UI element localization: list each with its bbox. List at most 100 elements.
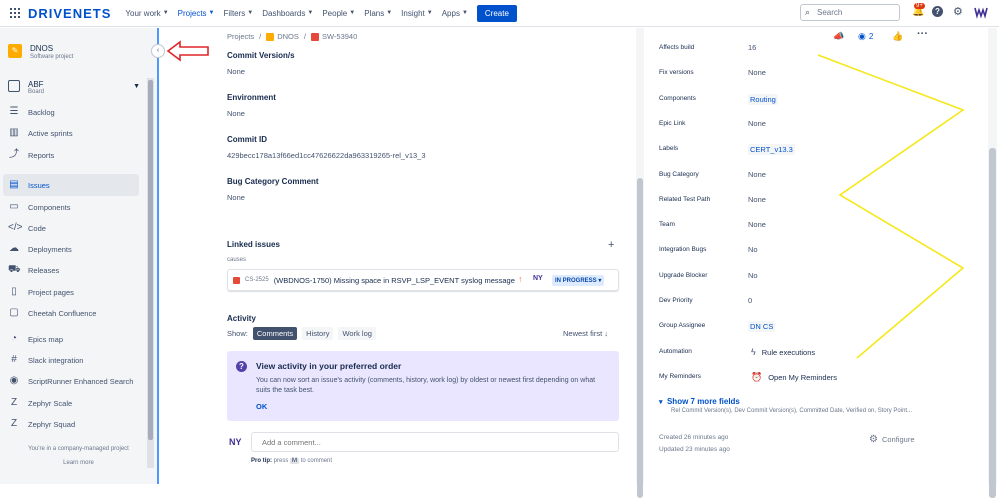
detail-value[interactable]: None bbox=[748, 195, 766, 204]
sidebar-item-zephyr-squad[interactable]: Z Zephyr Squad bbox=[8, 413, 144, 435]
linked-issue-summary[interactable]: (WBDNOS-1750) Missing space in RSVP_LSP_… bbox=[274, 276, 515, 285]
detail-value[interactable]: CERT_v13.3 bbox=[748, 144, 795, 155]
detail-value[interactable]: None bbox=[748, 170, 766, 179]
detail-value[interactable]: Routing bbox=[748, 94, 778, 105]
help-icon[interactable]: ? bbox=[932, 6, 943, 17]
gear-icon: ⚙ bbox=[869, 434, 878, 445]
user-avatar[interactable] bbox=[974, 5, 988, 19]
detail-label: Components bbox=[659, 95, 696, 102]
status-badge[interactable]: IN PROGRESS ▾ bbox=[552, 275, 605, 286]
board-selector[interactable]: ABF Board ▼ bbox=[8, 80, 140, 95]
sidebar-item-active-sprints[interactable]: ▥ Active sprints bbox=[8, 122, 144, 144]
chevron-left-icon: ‹ bbox=[156, 47, 160, 54]
gear-icon[interactable]: ⚙ bbox=[953, 5, 963, 18]
right-panel-scrollbar[interactable] bbox=[988, 28, 997, 498]
detail-value[interactable]: None bbox=[748, 68, 766, 77]
sidebar-item-scriptrunner[interactable]: ◉ ScriptRunner Enhanced Search bbox=[8, 370, 144, 392]
detail-value[interactable]: DN CS bbox=[748, 321, 776, 332]
learn-more-link[interactable]: Learn more bbox=[0, 460, 157, 466]
configure-button[interactable]: ⚙ Configure bbox=[869, 434, 915, 445]
detail-value[interactable]: No bbox=[748, 271, 758, 280]
nav-filters[interactable]: Filters ▼ bbox=[224, 9, 254, 18]
lightning-icon: ϟ bbox=[751, 347, 756, 357]
sort-order-button[interactable]: Newest first ↓ bbox=[563, 329, 608, 338]
nav-projects[interactable]: Projects ▼ bbox=[178, 9, 215, 18]
sidebar-item-reports[interactable]: ⤴ Reports bbox=[8, 144, 144, 166]
sidebar-item-cheetah-confluence[interactable]: ▢ Cheetah Confluence bbox=[8, 302, 144, 324]
linked-issue-card[interactable]: CS-2525 (WBDNOS-1750) Missing space in R… bbox=[227, 269, 619, 291]
comment-input[interactable] bbox=[251, 432, 619, 452]
detail-value[interactable]: None bbox=[748, 119, 766, 128]
show-more-fields-button[interactable]: ▾ Show 7 more fields bbox=[659, 397, 740, 406]
breadcrumb-project[interactable]: DNOS bbox=[277, 32, 299, 41]
thumbs-up-icon[interactable]: 👍 bbox=[892, 31, 903, 42]
detail-value[interactable]: ϟ Rule executions bbox=[751, 347, 815, 357]
sidebar-item-issues[interactable]: ▤ Issues bbox=[3, 174, 139, 196]
nav-insight[interactable]: Insight ▼ bbox=[401, 9, 433, 18]
sidebar-resize-handle[interactable] bbox=[157, 28, 159, 484]
epics-map-icon: ◔ bbox=[10, 333, 18, 344]
notice-ok-button[interactable]: OK bbox=[256, 402, 267, 411]
scrollbar-thumb[interactable] bbox=[148, 80, 153, 440]
collapse-sidebar-button[interactable]: ‹ bbox=[151, 44, 165, 58]
sidebar-scrollbar[interactable] bbox=[147, 78, 154, 468]
watch-button[interactable]: ◉ 2 bbox=[858, 31, 873, 42]
detail-label: Upgrade Blocker bbox=[659, 272, 708, 279]
detail-value[interactable]: None bbox=[748, 220, 766, 229]
main-scrollbar[interactable] bbox=[636, 28, 644, 498]
nav-plans[interactable]: Plans ▼ bbox=[364, 9, 392, 18]
search-placeholder: Search bbox=[817, 8, 843, 17]
slack-icon: # bbox=[11, 354, 17, 365]
sidebar-item-backlog[interactable]: ☰ Backlog bbox=[8, 101, 144, 123]
tab-comments[interactable]: Comments bbox=[252, 327, 298, 340]
sidebar-footer: You're in a company-managed project Lear… bbox=[0, 446, 157, 474]
deployments-icon: ☁ bbox=[9, 243, 19, 254]
logo[interactable]: DRIVENETS bbox=[28, 6, 111, 21]
sidebar-item-zephyr-scale[interactable]: Z Zephyr Scale bbox=[8, 392, 144, 414]
tab-work-log[interactable]: Work log bbox=[338, 327, 376, 340]
detail-label: Team bbox=[659, 221, 675, 228]
field-value-environment[interactable]: None bbox=[227, 109, 245, 118]
breadcrumb-issue[interactable]: SW-53940 bbox=[322, 32, 357, 41]
chevron-down-icon: ▾ bbox=[659, 399, 663, 406]
sidebar-item-releases[interactable]: ⛟ Releases bbox=[8, 259, 144, 281]
more-actions-icon[interactable]: ··· bbox=[917, 28, 928, 40]
create-button[interactable]: Create bbox=[476, 4, 517, 22]
add-link-icon[interactable]: + bbox=[608, 239, 614, 251]
sidebar-item-deployments[interactable]: ☁ Deployments bbox=[8, 238, 144, 260]
project-pages-icon: ▯ bbox=[11, 286, 17, 297]
bug-icon bbox=[233, 276, 240, 284]
breadcrumb-projects[interactable]: Projects bbox=[227, 32, 254, 41]
chevron-down-icon: ▼ bbox=[386, 10, 393, 16]
nav-people[interactable]: People ▼ bbox=[322, 9, 355, 18]
tab-history[interactable]: History bbox=[302, 327, 334, 340]
field-value-commit-versions[interactable]: None bbox=[227, 67, 245, 76]
nav-dashboards[interactable]: Dashboards ▼ bbox=[262, 9, 313, 18]
detail-value[interactable]: No bbox=[748, 245, 758, 254]
sidebar-footer-text: You're in a company-managed project bbox=[28, 446, 129, 452]
field-value-bug-category-comment[interactable]: None bbox=[227, 193, 245, 202]
detail-label: Bug Category bbox=[659, 171, 699, 178]
detail-value[interactable]: 16 bbox=[748, 43, 756, 52]
sidebar-item-slack-integration[interactable]: # Slack integration bbox=[8, 349, 144, 371]
field-value-commit-id[interactable]: 429becc178a13f66ed1cc47626622da963319265… bbox=[227, 151, 426, 160]
sidebar-item-components[interactable]: ▭ Components bbox=[8, 196, 144, 218]
sidebar-item-code[interactable]: </> Code bbox=[8, 217, 144, 239]
more-fields-list: Rel Commit Version(s), Dev Commit Versio… bbox=[671, 408, 913, 414]
commenter-avatar: NY bbox=[229, 437, 242, 447]
sidebar-item-project-pages[interactable]: ▯ Project pages bbox=[8, 281, 144, 303]
nav-apps[interactable]: Apps ▼ bbox=[442, 9, 468, 18]
detail-value[interactable]: 0 bbox=[748, 296, 752, 305]
linked-issue-key[interactable]: CS-2525 bbox=[245, 277, 269, 283]
project-header[interactable]: ✎ DNOS Software project bbox=[8, 44, 73, 60]
app-switcher-icon[interactable] bbox=[10, 8, 20, 18]
nav-your-work[interactable]: Your work ▼ bbox=[125, 9, 168, 18]
megaphone-icon[interactable]: 📣 bbox=[833, 31, 844, 42]
detail-value[interactable]: ⏰ Open My Reminders bbox=[751, 372, 837, 383]
project-icon: ✎ bbox=[8, 44, 22, 58]
sidebar-item-epics-map[interactable]: ◔ Epics map bbox=[8, 328, 144, 350]
search-input[interactable]: ⌕ Search bbox=[800, 4, 900, 21]
scrollbar-thumb[interactable] bbox=[637, 178, 643, 498]
pro-tip: Pro tip: press M to comment bbox=[251, 458, 333, 464]
scrollbar-thumb[interactable] bbox=[989, 148, 996, 498]
